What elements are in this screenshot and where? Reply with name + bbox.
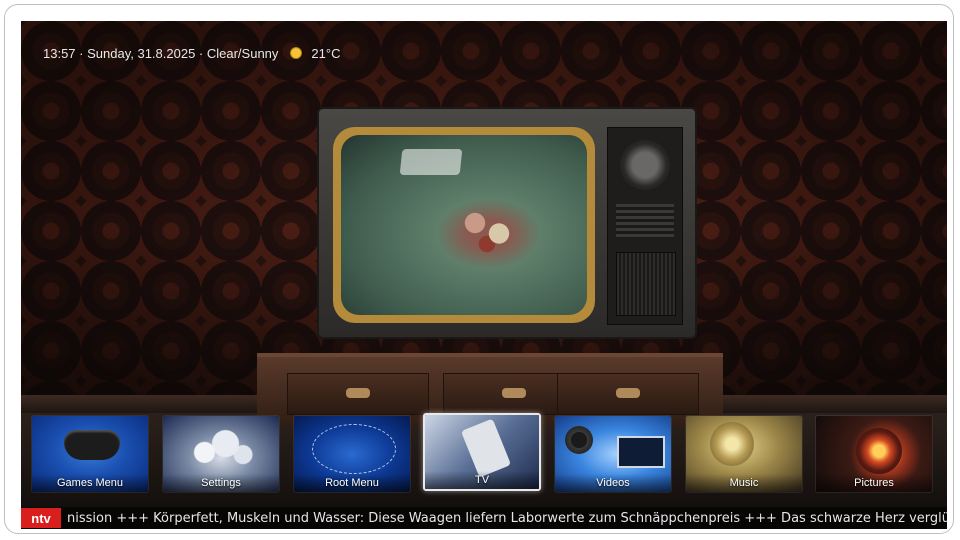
retro-tv-illustration	[317, 107, 697, 339]
status-bar: 13:57 · Sunday, 31.8.2025 · Clear/Sunny …	[43, 43, 340, 63]
menu-item-root-menu[interactable]: Root Menu	[293, 415, 411, 493]
network-icon	[312, 424, 396, 474]
menu-item-label: TV	[425, 471, 539, 489]
tv-control-panel	[607, 127, 683, 325]
gears-icon	[187, 426, 257, 470]
menu-item-label: Pictures	[816, 474, 932, 492]
weather-condition: Clear/Sunny	[206, 45, 279, 61]
gamepad-icon	[64, 430, 120, 460]
menu-item-label: Music	[686, 474, 802, 492]
menu-item-pictures[interactable]: Pictures	[815, 415, 933, 493]
tv-vent-slots	[616, 204, 674, 238]
status-separator: ·	[75, 45, 88, 61]
cabinet-drawer-right	[557, 373, 699, 415]
current-date: Sunday, 31.8.2025	[87, 45, 196, 61]
treble-knob-icon	[710, 422, 754, 466]
tv-screen-glare	[399, 149, 463, 175]
window-frame: 13:57 · Sunday, 31.8.2025 · Clear/Sunny …	[4, 4, 954, 534]
tv-screen-frame	[333, 127, 595, 323]
remote-icon	[460, 418, 512, 478]
menu-item-label: Root Menu	[294, 474, 410, 492]
drawer-handle	[502, 388, 526, 398]
camera-lens-icon	[856, 428, 902, 474]
film-reel-icon	[565, 426, 593, 454]
sun-icon	[290, 47, 303, 59]
temperature: 21°C	[311, 45, 341, 61]
menu-item-label: Games Menu	[32, 474, 148, 492]
menu-item-music[interactable]: Music	[685, 415, 803, 493]
ntv-logo: ntv	[21, 508, 61, 528]
laptop-icon	[617, 436, 665, 468]
main-menu-bar: Games Menu Settings Root Menu TV Videos …	[31, 413, 943, 497]
cabinet-drawer-left	[287, 373, 429, 415]
tv-knob	[620, 140, 670, 190]
status-separator: ·	[195, 45, 207, 61]
flower-bouquet-image	[451, 195, 531, 265]
drawer-handle	[346, 388, 370, 398]
ticker-text: nission +++ Körperfett, Muskeln und Wass…	[67, 510, 947, 526]
tv-speaker-grille	[616, 252, 676, 316]
media-center-screen: 13:57 · Sunday, 31.8.2025 · Clear/Sunny …	[21, 21, 947, 529]
news-ticker: ntv nission +++ Körperfett, Muskeln und …	[21, 507, 947, 529]
tv-screen	[341, 135, 587, 315]
menu-item-label: Settings	[163, 474, 279, 492]
clock-time: 13:57	[43, 45, 76, 61]
drawer-handle	[616, 388, 640, 398]
menu-item-label: Videos	[555, 474, 671, 492]
menu-item-tv[interactable]: TV	[423, 413, 541, 491]
menu-item-videos[interactable]: Videos	[554, 415, 672, 493]
menu-item-games[interactable]: Games Menu	[31, 415, 149, 493]
menu-item-settings[interactable]: Settings	[162, 415, 280, 493]
